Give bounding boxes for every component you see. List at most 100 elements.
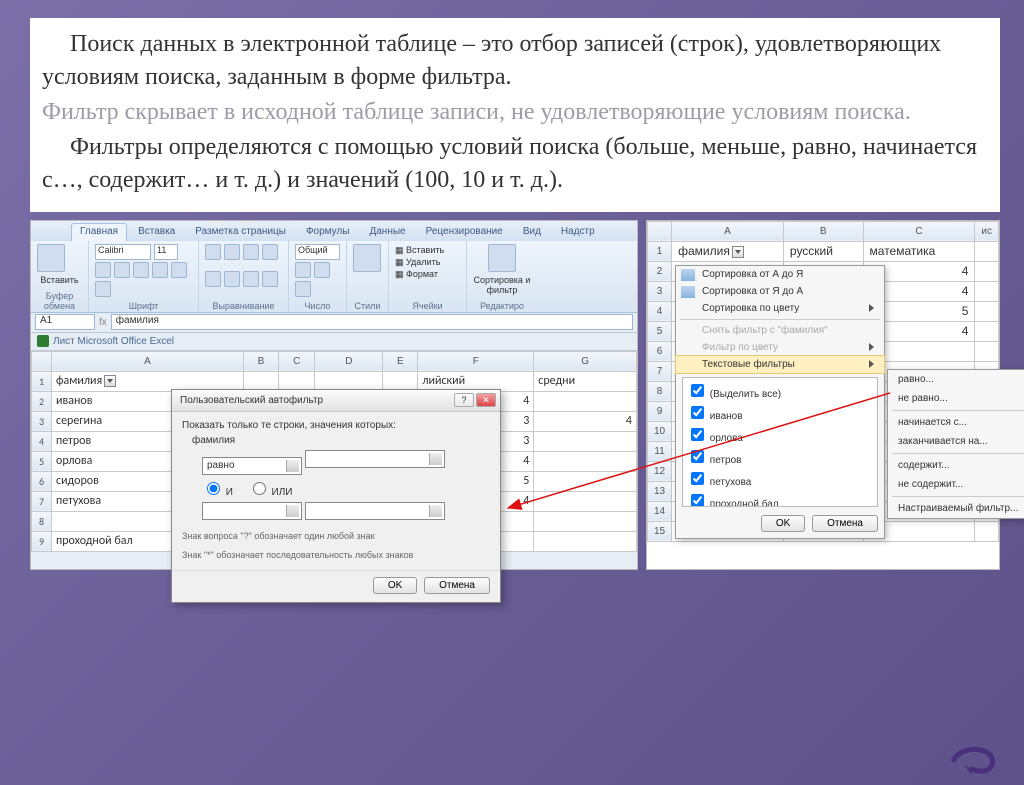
custom-autofilter-dialog: Пользовательский автофильтр ? ✕ Показать… bbox=[171, 389, 501, 603]
submenu-not-contains[interactable]: не содержит... bbox=[888, 475, 1024, 494]
group-cells: Ячейки bbox=[395, 301, 460, 311]
clear-filter: Снять фильтр с "фамилия" bbox=[676, 322, 884, 339]
group-clipboard: Буфер обмена bbox=[37, 291, 82, 311]
dialog-instruction: Показать только те строки, значения кото… bbox=[182, 420, 490, 431]
group-number: Число bbox=[295, 301, 340, 311]
radio-or[interactable]: ИЛИ bbox=[248, 487, 293, 498]
cancel-button[interactable]: Отмена bbox=[812, 515, 878, 532]
filter-dropdown-icon[interactable] bbox=[732, 246, 744, 258]
ok-button[interactable]: OK bbox=[761, 515, 805, 532]
formula-input[interactable]: фамилия bbox=[111, 314, 633, 330]
group-align: Выравнивание bbox=[205, 301, 282, 311]
sort-az-icon bbox=[681, 269, 695, 281]
filter-dropdown-icon[interactable] bbox=[104, 375, 116, 387]
dialog-title: Пользовательский автофильтр bbox=[180, 395, 323, 406]
ribbon-tabs: Главная Вставка Разметка страницы Формул… bbox=[31, 221, 637, 241]
border-icon[interactable] bbox=[152, 262, 168, 278]
merge-icon[interactable] bbox=[262, 271, 278, 287]
percent-icon[interactable] bbox=[314, 262, 330, 278]
tab-insert[interactable]: Вставка bbox=[129, 223, 184, 241]
cancel-button[interactable]: Отмена bbox=[424, 577, 490, 594]
decimal-icon[interactable] bbox=[295, 281, 311, 297]
submenu-custom[interactable]: Настраиваемый фильтр... bbox=[888, 499, 1024, 518]
para-1: Поиск данных в электронной таблице – это… bbox=[42, 28, 984, 94]
sort-filter-label: Сортировка и фильтр bbox=[473, 275, 531, 295]
cells-format[interactable]: ▦ Формат bbox=[395, 268, 460, 280]
excel-right-screenshot: A B C ис 1 фамилия русский математика 23… bbox=[646, 220, 1000, 570]
submenu-contains[interactable]: содержит... bbox=[888, 456, 1024, 475]
tab-data[interactable]: Данные bbox=[360, 223, 414, 241]
formula-bar: A1 fx фамилия bbox=[31, 313, 637, 333]
text-filters[interactable]: Текстовые фильтры bbox=[675, 355, 885, 374]
dialog-hint1: Знак вопроса "?" обозначает один любой з… bbox=[182, 531, 490, 543]
sort-za[interactable]: Сортировка от Я до А bbox=[676, 283, 884, 300]
radio-and[interactable]: И bbox=[202, 487, 233, 498]
sort-az[interactable]: Сортировка от А до Я bbox=[676, 266, 884, 283]
fill-color-icon[interactable] bbox=[171, 262, 187, 278]
styles-icon[interactable] bbox=[353, 244, 381, 272]
sort-filter-icon[interactable] bbox=[488, 244, 516, 272]
condition-combo-2[interactable] bbox=[202, 502, 302, 520]
paste-label: Вставить bbox=[37, 275, 82, 285]
chevron-right-icon bbox=[869, 360, 878, 368]
align-icon[interactable] bbox=[205, 244, 221, 260]
cells-insert[interactable]: ▦ Вставить bbox=[395, 244, 460, 256]
filter-by-color: Фильтр по цвету bbox=[676, 339, 884, 356]
workbook-title-bar: Лист Microsoft Office Excel bbox=[31, 333, 637, 351]
group-styles: Стили bbox=[353, 301, 382, 311]
submenu-ends[interactable]: заканчивается на... bbox=[888, 432, 1024, 451]
submenu-begins[interactable]: начинается с... bbox=[888, 413, 1024, 432]
currency-icon[interactable] bbox=[295, 262, 311, 278]
bold-icon[interactable] bbox=[95, 262, 111, 278]
slide-back-arrow[interactable] bbox=[950, 743, 996, 777]
tab-view[interactable]: Вид bbox=[514, 223, 550, 241]
group-editing: Редактиро bbox=[473, 301, 531, 311]
tab-formulas[interactable]: Формулы bbox=[297, 223, 359, 241]
tab-review[interactable]: Рецензирование bbox=[417, 223, 512, 241]
italic-icon[interactable] bbox=[114, 262, 130, 278]
value-combo-1[interactable] bbox=[305, 450, 445, 468]
font-size-select[interactable]: 11 bbox=[154, 244, 178, 260]
paste-icon[interactable] bbox=[37, 244, 65, 272]
dialog-hint2: Знак "*" обозначает последовательность л… bbox=[182, 550, 490, 562]
condition-combo-1[interactable]: равно bbox=[202, 457, 302, 475]
font-name-select[interactable]: Calibri bbox=[95, 244, 151, 260]
slide-text-block: Поиск данных в электронной таблице – это… bbox=[30, 18, 1000, 212]
value-combo-2[interactable] bbox=[305, 502, 445, 520]
number-format-select[interactable]: Общий bbox=[295, 244, 340, 260]
para-2: Фильтр скрывает в исходной таблице запис… bbox=[42, 96, 984, 129]
chevron-right-icon bbox=[869, 343, 878, 351]
tab-addins[interactable]: Надстр bbox=[552, 223, 604, 241]
chevron-right-icon bbox=[869, 304, 878, 312]
filter-checklist[interactable]: (Выделить все) иванов орлова петров пету… bbox=[682, 377, 878, 507]
wrap-icon[interactable] bbox=[262, 244, 278, 260]
align-icon[interactable] bbox=[243, 244, 259, 260]
submenu-equals[interactable]: равно... bbox=[888, 370, 1024, 389]
filter-dropdown-menu: Сортировка от А до Я Сортировка от Я до … bbox=[675, 265, 885, 539]
align-icon[interactable] bbox=[224, 244, 240, 260]
excel-left-screenshot: Главная Вставка Разметка страницы Формул… bbox=[30, 220, 638, 570]
excel-icon bbox=[37, 335, 49, 347]
align-icon[interactable] bbox=[224, 271, 240, 287]
tab-home[interactable]: Главная bbox=[71, 223, 127, 241]
fx-icon[interactable]: fx bbox=[99, 317, 107, 328]
close-icon[interactable]: ✕ bbox=[476, 393, 496, 407]
cells-delete[interactable]: ▦ Удалить bbox=[395, 256, 460, 268]
workbook-title: Лист Microsoft Office Excel bbox=[53, 336, 174, 347]
tab-layout[interactable]: Разметка страницы bbox=[186, 223, 295, 241]
align-icon[interactable] bbox=[205, 271, 221, 287]
dialog-field-label: фамилия bbox=[192, 435, 490, 446]
align-icon[interactable] bbox=[243, 271, 259, 287]
underline-icon[interactable] bbox=[133, 262, 149, 278]
font-color-icon[interactable] bbox=[95, 281, 111, 297]
group-font: Шрифт bbox=[95, 301, 192, 311]
sort-za-icon bbox=[681, 286, 695, 298]
name-box[interactable]: A1 bbox=[35, 314, 95, 330]
ok-button[interactable]: OK bbox=[373, 577, 417, 594]
para-3: Фильтры определяются с помощью условий п… bbox=[42, 131, 984, 197]
submenu-not-equals[interactable]: не равно... bbox=[888, 389, 1024, 408]
sort-by-color[interactable]: Сортировка по цвету bbox=[676, 300, 884, 317]
ribbon-body: Вставить Буфер обмена Calibri 11 Шрифт bbox=[31, 241, 637, 313]
text-filters-submenu: равно... не равно... начинается с... зак… bbox=[887, 369, 1024, 519]
help-icon[interactable]: ? bbox=[454, 393, 474, 407]
